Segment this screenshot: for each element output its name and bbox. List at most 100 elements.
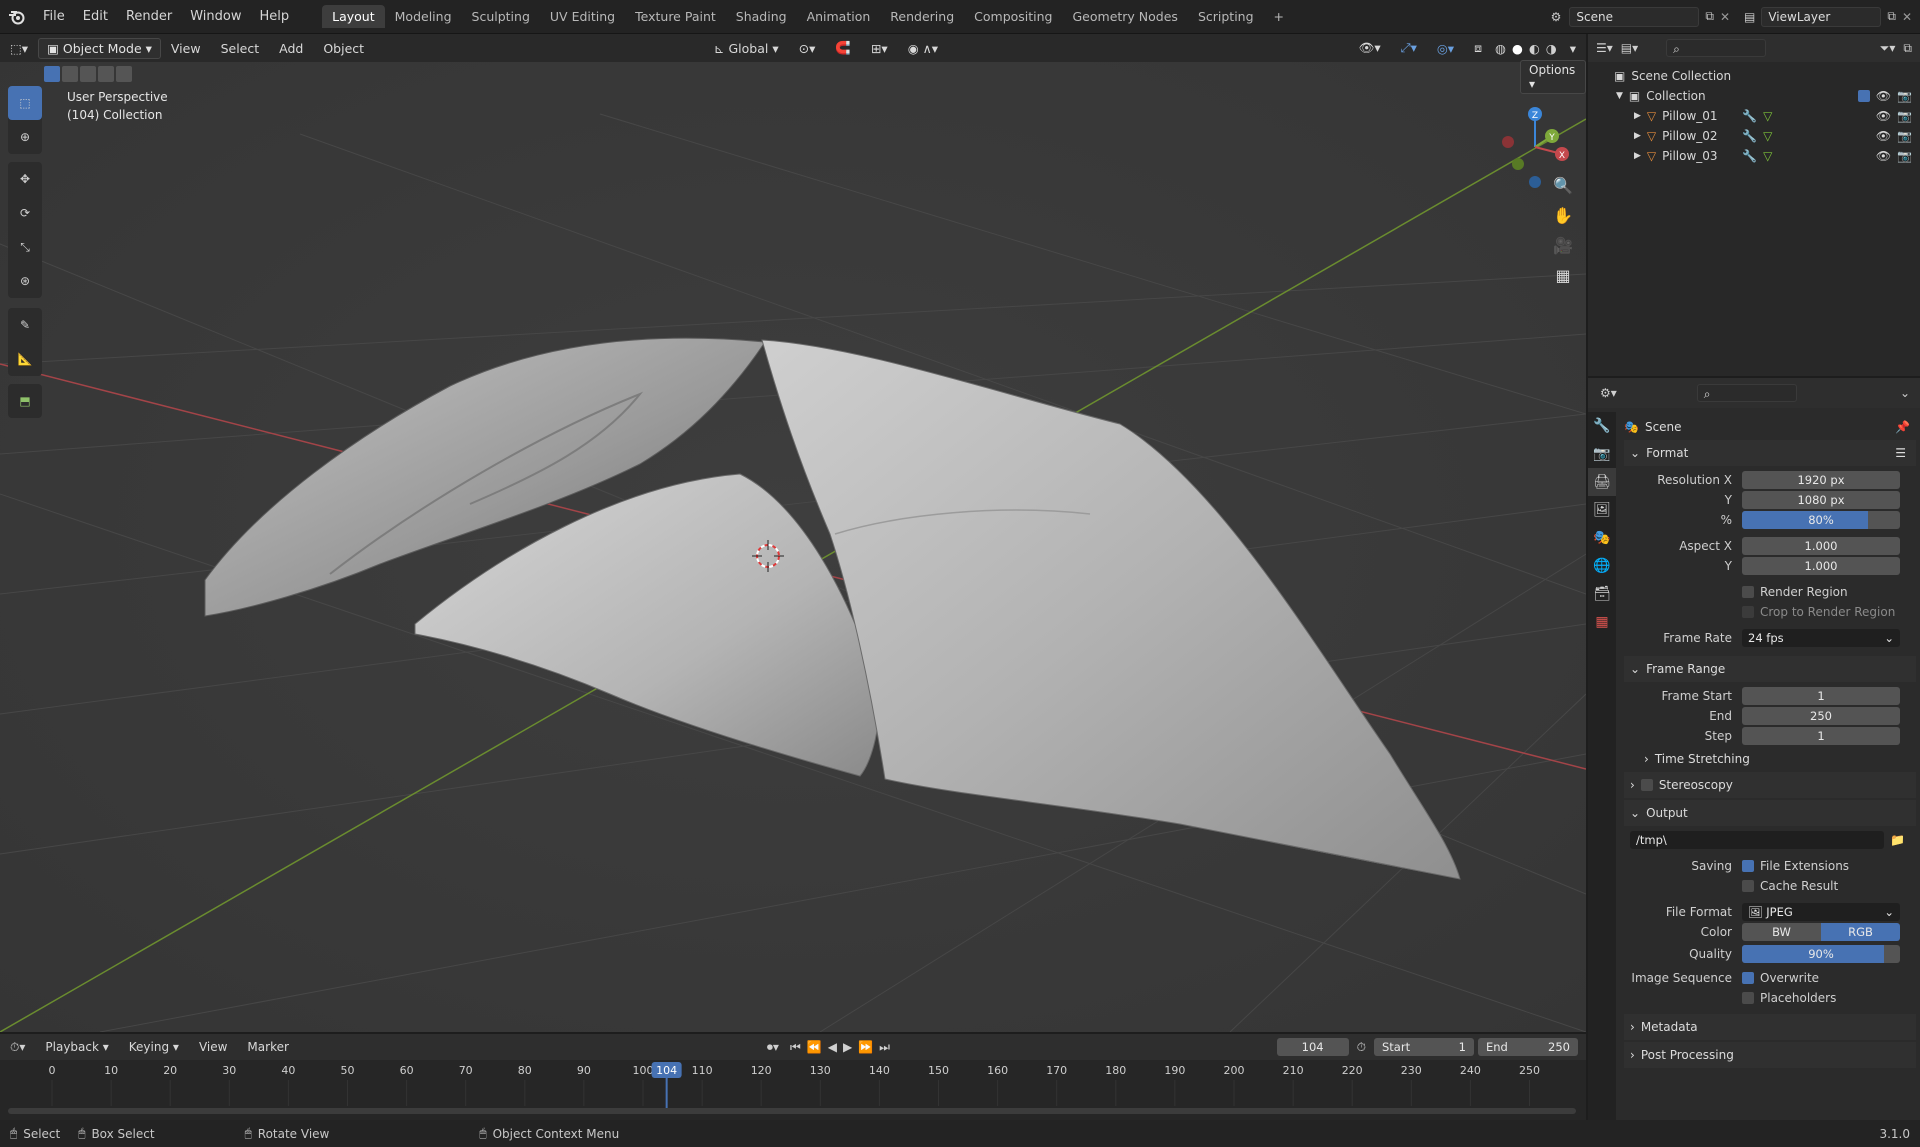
timeline-end-field[interactable]: End 250 [1478,1038,1578,1056]
menu-view[interactable]: View [161,41,211,56]
timeline-start-field[interactable]: Start 1 [1374,1038,1474,1056]
file-format-dropdown[interactable]: 🖼 JPEG ⌄ [1742,903,1900,921]
shading-material-icon[interactable]: ◐ [1526,41,1543,56]
resolution-percent-slider[interactable]: 80% [1742,511,1900,529]
annotate-tool-icon[interactable]: ✎ [8,308,42,342]
tab-layout[interactable]: Layout [322,5,385,28]
stereoscopy-checkbox[interactable] [1640,779,1653,791]
transform-orientation[interactable]: ⊾ Global ▾ [704,41,789,56]
menu-marker[interactable]: Marker [237,1040,298,1054]
camera-icon[interactable]: 📷 [1897,129,1912,143]
view-layer-icon[interactable]: ▤ [1744,10,1755,24]
tab-uv-editing[interactable]: UV Editing [540,5,625,28]
color-rgb-toggle[interactable]: RGB [1821,923,1900,941]
snap-target-icon[interactable]: ⊞▾ [861,41,898,56]
play-reverse-icon[interactable]: ◀ [825,1040,840,1054]
prev-keyframe-icon[interactable]: ⏪ [804,1040,825,1054]
timeline-scrollbar[interactable] [8,1108,1576,1114]
tab-shading[interactable]: Shading [726,5,797,28]
outliner-item[interactable]: ▶ ▽ Pillow_01 🔧 ▽ 👁 📷 [1588,106,1920,126]
transform-tool-icon[interactable]: ⊛ [8,264,42,298]
xray-toggle-icon[interactable]: ⧈ [1464,40,1492,56]
modifier-icon[interactable]: 🔧 [1742,109,1757,123]
3d-viewport[interactable]: ⬚▾ ▣ Object Mode ▾ View Select Add Objec… [0,34,1586,1032]
placeholders-checkbox[interactable] [1742,992,1754,1004]
shading-wireframe-icon[interactable]: ◍ [1492,41,1509,56]
camera-view-icon[interactable]: 🎥 [1548,230,1578,260]
select-new-icon[interactable] [44,66,60,82]
tab-sculpting[interactable]: Sculpting [462,5,540,28]
color-bw-toggle[interactable]: BW [1742,923,1821,941]
frame-rate-dropdown[interactable]: 24 fps ⌄ [1742,629,1900,647]
menu-playback[interactable]: Playback ▾ [35,1040,118,1054]
filter-icon[interactable]: ⏷▾ [1880,41,1896,56]
properties-search-input[interactable]: ⌕ [1696,384,1797,402]
stereoscopy-panel-header[interactable]: › Stereoscopy [1624,772,1916,798]
tool-tab-icon[interactable]: 🔧 [1588,412,1616,440]
shading-options-icon[interactable]: ▾ [1560,41,1586,56]
select-intersect-icon[interactable] [116,66,132,82]
menu-render[interactable]: Render [117,9,181,24]
camera-icon[interactable]: 📷 [1897,149,1912,163]
menu-help[interactable]: Help [251,9,299,24]
pivot-point-icon[interactable]: ⊙▾ [789,41,826,56]
tab-animation[interactable]: Animation [797,5,881,28]
shading-solid-icon[interactable]: ● [1509,41,1526,56]
jump-end-icon[interactable]: ⏭ [876,1040,893,1055]
tab-rendering[interactable]: Rendering [880,5,964,28]
select-box-tool-icon[interactable]: ⬚ [8,86,42,120]
pan-hand-icon[interactable]: ✋ [1548,200,1578,230]
select-invert-icon[interactable] [98,66,114,82]
eye-icon[interactable]: 👁 [1876,129,1891,143]
zoom-icon[interactable]: 🔍 [1548,170,1578,200]
collection-tab-icon[interactable]: 🗃 [1588,580,1616,608]
render-tab-icon[interactable]: 📷 [1588,440,1616,468]
output-path-input[interactable]: /tmp\ [1630,831,1884,849]
mesh-data-icon[interactable]: ▽ [1763,149,1876,163]
mesh-data-icon[interactable]: ▽ [1763,129,1876,143]
add-cube-tool-icon[interactable]: ⬒ [8,384,42,418]
pin-icon[interactable]: 📌 [1895,420,1910,434]
resolution-x-field[interactable]: 1920 px [1742,471,1900,489]
measure-tool-icon[interactable]: 📐 [8,342,42,376]
add-workspace-button[interactable]: + [1264,5,1294,28]
eye-icon[interactable]: 👁 [1876,109,1891,123]
next-keyframe-icon[interactable]: ⏩ [855,1040,876,1054]
camera-icon[interactable]: 📷 [1897,109,1912,123]
expand-arrow-icon[interactable]: ▶ [1634,151,1641,161]
view-layer-tab-icon[interactable]: 🖼 [1588,496,1616,524]
expand-arrow-icon[interactable]: ▼ [1616,91,1623,101]
new-view-layer-icon[interactable]: ⧉ [1887,9,1896,24]
options-dropdown[interactable]: Options ▾ [1520,60,1586,94]
format-panel-header[interactable]: ⌄ Format ☰ [1624,440,1916,466]
time-stretching-subpanel[interactable]: › Time Stretching [1624,746,1916,772]
aspect-y-field[interactable]: 1.000 [1742,557,1900,575]
play-icon[interactable]: ▶ [840,1040,855,1054]
proportional-edit-icon[interactable]: ◉ ∧▾ [898,41,948,56]
scene-selector-icon[interactable]: ⚙ [1551,10,1562,24]
overwrite-checkbox[interactable] [1742,972,1754,984]
overlays-toggle-icon[interactable]: ◎▾ [1427,41,1464,56]
eye-icon[interactable]: 👁 [1876,149,1891,163]
camera-icon[interactable]: 📷 [1897,89,1912,103]
frame-range-panel-header[interactable]: ⌄ Frame Range [1624,656,1916,682]
frame-step-field[interactable]: 1 [1742,727,1900,745]
viewport-scene[interactable] [0,34,1586,1032]
delete-view-layer-icon[interactable]: ✕ [1902,10,1912,24]
outliner-item[interactable]: ▶ ▽ Pillow_03 🔧 ▽ 👁 📷 [1588,146,1920,166]
record-icon[interactable]: ⏺▾ [759,1040,787,1055]
menu-add[interactable]: Add [269,41,313,56]
outliner-item[interactable]: ▶ ▽ Pillow_02 🔧 ▽ 👁 📷 [1588,126,1920,146]
snap-icon[interactable]: 🧲 [825,40,861,56]
expand-arrow-icon[interactable]: ▶ [1634,111,1641,121]
scale-tool-icon[interactable]: ⤡ [8,230,42,264]
expand-arrow-icon[interactable]: ▶ [1634,131,1641,141]
move-tool-icon[interactable]: ✥ [8,162,42,196]
tab-scripting[interactable]: Scripting [1188,5,1264,28]
outliner-search-input[interactable]: ⌕ [1666,39,1767,57]
gizmo-toggle-icon[interactable]: ⤢▾ [1391,40,1427,56]
world-tab-icon[interactable]: 🌐 [1588,552,1616,580]
menu-object[interactable]: Object [313,41,374,56]
eye-icon[interactable]: 👁 [1876,89,1891,103]
tab-modeling[interactable]: Modeling [385,5,462,28]
